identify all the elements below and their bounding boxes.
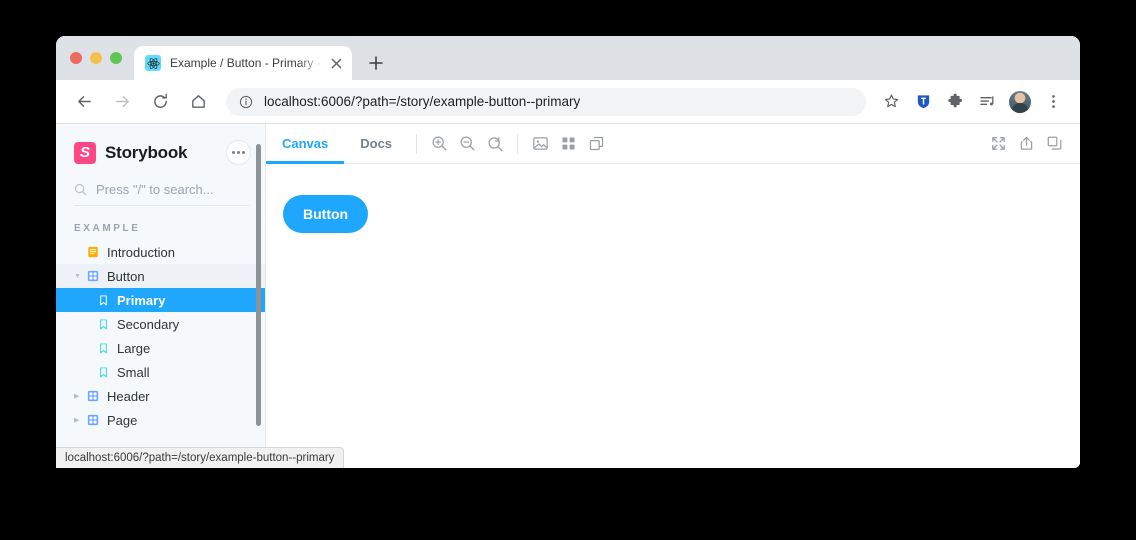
site-info-icon[interactable] bbox=[238, 94, 254, 110]
storybook-preview: Canvas Docs Button bbox=[266, 124, 1080, 468]
tab-label: Canvas bbox=[282, 136, 329, 151]
sidebar-item-page[interactable]: ▶ Page bbox=[56, 408, 265, 432]
fullscreen-icon[interactable] bbox=[984, 130, 1012, 158]
sidebar-item-label: Primary bbox=[117, 292, 166, 308]
sidebar-item-label: Header bbox=[107, 388, 150, 404]
search-input[interactable]: Press "/" to search... bbox=[74, 182, 249, 206]
home-icon[interactable] bbox=[184, 88, 212, 116]
sidebar-item-header[interactable]: ▶ Header bbox=[56, 384, 265, 408]
chrome-menu-icon[interactable] bbox=[1038, 87, 1068, 117]
browser-toolbar: localhost:6006/?path=/story/example-butt… bbox=[56, 80, 1080, 124]
zoom-in-icon[interactable] bbox=[425, 130, 453, 158]
sidebar-item-label: Small bbox=[117, 364, 150, 380]
minimize-window-button[interactable] bbox=[90, 52, 102, 64]
tab-docs[interactable]: Docs bbox=[344, 124, 408, 163]
preview-tabs: Canvas Docs bbox=[266, 124, 408, 164]
document-icon bbox=[86, 246, 100, 258]
address-bar-url: localhost:6006/?path=/story/example-butt… bbox=[264, 94, 581, 109]
component-icon bbox=[86, 270, 100, 282]
password-manager-icon[interactable] bbox=[908, 87, 938, 117]
preview-toolbar: Canvas Docs bbox=[266, 124, 1080, 164]
browser-toolbar-actions bbox=[876, 87, 1068, 117]
chevron-right-icon[interactable]: ▶ bbox=[74, 417, 84, 424]
sidebar-tree: Introduction ▼ Button Primary Secondary … bbox=[56, 240, 265, 432]
sidebar-item-label: Large bbox=[117, 340, 151, 356]
profile-avatar[interactable] bbox=[1009, 90, 1031, 113]
toolbar-divider bbox=[416, 133, 418, 154]
component-icon bbox=[86, 414, 100, 426]
status-bar-text: localhost:6006/?path=/story/example-butt… bbox=[65, 452, 335, 464]
sidebar-item-button[interactable]: ▼ Button bbox=[56, 264, 265, 288]
browser-tab[interactable]: Example / Button - Primary · St bbox=[134, 46, 352, 80]
sidebar-item-label: Page bbox=[107, 412, 138, 428]
search-icon bbox=[74, 183, 87, 196]
component-icon bbox=[86, 390, 100, 402]
backgrounds-icon[interactable] bbox=[526, 130, 554, 158]
sidebar-item-label: Button bbox=[107, 268, 145, 284]
sidebar-section-label: EXAMPLE bbox=[74, 223, 141, 234]
story-icon bbox=[96, 342, 110, 354]
zoom-reset-icon[interactable] bbox=[481, 130, 509, 158]
sidebar-item-secondary[interactable]: Secondary bbox=[56, 312, 265, 336]
sidebar-item-small[interactable]: Small bbox=[56, 360, 265, 384]
forward-arrow-icon[interactable] bbox=[108, 88, 136, 116]
sidebar-menu-button[interactable] bbox=[226, 140, 251, 165]
storybook-sidebar: S Storybook Press "/" to search... EXAMP… bbox=[56, 124, 266, 468]
sidebar-item-label: Secondary bbox=[117, 316, 180, 332]
window-controls bbox=[70, 52, 122, 64]
storybook-wordmark: Storybook bbox=[105, 142, 188, 162]
back-arrow-icon[interactable] bbox=[70, 88, 98, 116]
status-bar-url: localhost:6006/?path=/story/example-butt… bbox=[56, 447, 345, 468]
browser-window: Example / Button - Primary · St localhos… bbox=[56, 36, 1080, 468]
tab-title: Example / Button - Primary · St bbox=[170, 56, 326, 70]
sidebar-item-introduction[interactable]: Introduction bbox=[56, 240, 265, 264]
sidebar-header: S Storybook bbox=[56, 124, 265, 165]
chevron-down-icon[interactable]: ▼ bbox=[74, 273, 84, 280]
tab-canvas[interactable]: Canvas bbox=[266, 124, 345, 164]
new-tab-button[interactable] bbox=[362, 49, 390, 77]
media-playlist-icon[interactable] bbox=[972, 87, 1002, 117]
address-bar[interactable]: localhost:6006/?path=/story/example-butt… bbox=[226, 87, 866, 116]
toolbar-divider bbox=[517, 133, 519, 154]
storybook-logo-icon[interactable]: S bbox=[74, 141, 96, 164]
sidebar-item-primary[interactable]: Primary bbox=[56, 288, 265, 312]
sidebar-item-label: Introduction bbox=[107, 244, 175, 260]
reload-icon[interactable] bbox=[146, 88, 174, 116]
sidebar-item-large[interactable]: Large bbox=[56, 336, 265, 360]
open-new-tab-icon[interactable] bbox=[1040, 130, 1068, 158]
tab-strip: Example / Button - Primary · St bbox=[56, 36, 1080, 80]
maximize-window-button[interactable] bbox=[110, 52, 122, 64]
close-tab-button[interactable] bbox=[328, 55, 344, 71]
share-icon[interactable] bbox=[1012, 130, 1040, 158]
bookmark-star-icon[interactable] bbox=[876, 87, 906, 117]
sidebar-scrollbar[interactable] bbox=[256, 144, 261, 426]
story-icon bbox=[96, 318, 110, 330]
story-icon bbox=[96, 366, 110, 378]
measure-icon[interactable] bbox=[582, 130, 610, 158]
chevron-right-icon[interactable]: ▶ bbox=[74, 393, 84, 400]
extensions-puzzle-icon[interactable] bbox=[940, 87, 970, 117]
story-icon bbox=[96, 294, 110, 306]
search-placeholder: Press "/" to search... bbox=[96, 182, 214, 197]
tab-label: Docs bbox=[360, 136, 393, 151]
zoom-out-icon[interactable] bbox=[453, 130, 481, 158]
story-canvas: Button bbox=[266, 164, 1080, 468]
react-logo-icon bbox=[145, 55, 161, 71]
close-window-button[interactable] bbox=[70, 52, 82, 64]
storybook-app: S Storybook Press "/" to search... EXAMP… bbox=[56, 124, 1080, 468]
primary-story-button[interactable]: Button bbox=[283, 195, 369, 233]
grid-icon[interactable] bbox=[554, 130, 582, 158]
